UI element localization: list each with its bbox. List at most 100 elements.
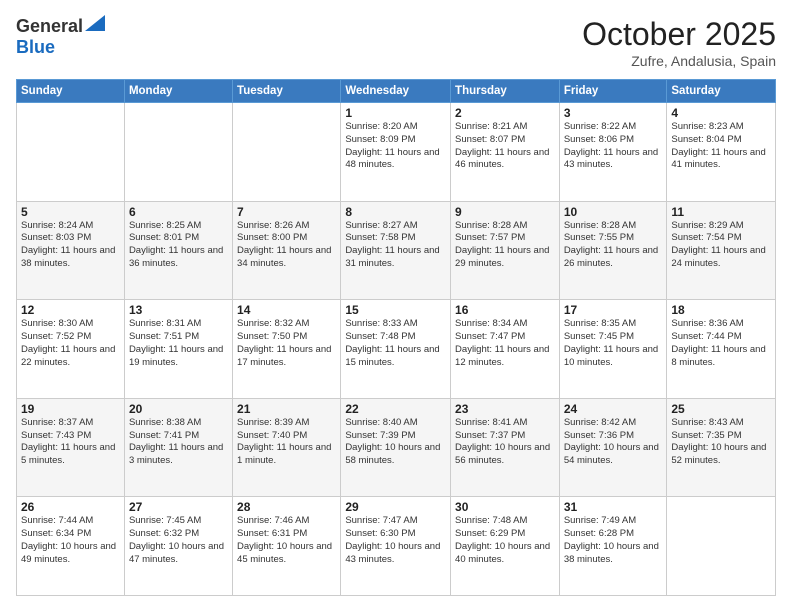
weekday-header-wednesday: Wednesday: [341, 80, 451, 103]
day-number: 24: [564, 402, 663, 416]
weekday-header-saturday: Saturday: [667, 80, 776, 103]
calendar-cell: 20Sunrise: 8:38 AM Sunset: 7:41 PM Dayli…: [124, 398, 232, 497]
day-number: 3: [564, 106, 663, 120]
day-info: Sunrise: 8:39 AM Sunset: 7:40 PM Dayligh…: [237, 417, 336, 468]
day-number: 25: [671, 402, 771, 416]
calendar-cell: 4Sunrise: 8:23 AM Sunset: 8:04 PM Daylig…: [667, 103, 776, 202]
calendar-cell: 14Sunrise: 8:32 AM Sunset: 7:50 PM Dayli…: [233, 300, 341, 399]
day-number: 2: [455, 106, 555, 120]
calendar-cell: 19Sunrise: 8:37 AM Sunset: 7:43 PM Dayli…: [17, 398, 125, 497]
day-number: 28: [237, 500, 336, 514]
calendar-cell: 26Sunrise: 7:44 AM Sunset: 6:34 PM Dayli…: [17, 497, 125, 596]
day-number: 16: [455, 303, 555, 317]
calendar-cell: 18Sunrise: 8:36 AM Sunset: 7:44 PM Dayli…: [667, 300, 776, 399]
day-number: 19: [21, 402, 120, 416]
day-number: 18: [671, 303, 771, 317]
day-info: Sunrise: 8:37 AM Sunset: 7:43 PM Dayligh…: [21, 417, 120, 468]
day-number: 30: [455, 500, 555, 514]
calendar-cell: 13Sunrise: 8:31 AM Sunset: 7:51 PM Dayli…: [124, 300, 232, 399]
calendar-cell: [17, 103, 125, 202]
location: Zufre, Andalusia, Spain: [582, 53, 776, 69]
day-info: Sunrise: 8:41 AM Sunset: 7:37 PM Dayligh…: [455, 417, 555, 468]
weekday-header-thursday: Thursday: [451, 80, 560, 103]
day-info: Sunrise: 8:29 AM Sunset: 7:54 PM Dayligh…: [671, 220, 771, 271]
day-number: 7: [237, 205, 336, 219]
calendar-cell: [667, 497, 776, 596]
day-info: Sunrise: 8:36 AM Sunset: 7:44 PM Dayligh…: [671, 318, 771, 369]
logo-blue-text: Blue: [16, 37, 55, 57]
day-info: Sunrise: 8:34 AM Sunset: 7:47 PM Dayligh…: [455, 318, 555, 369]
calendar-cell: 22Sunrise: 8:40 AM Sunset: 7:39 PM Dayli…: [341, 398, 451, 497]
calendar-cell: 6Sunrise: 8:25 AM Sunset: 8:01 PM Daylig…: [124, 201, 232, 300]
day-info: Sunrise: 8:38 AM Sunset: 7:41 PM Dayligh…: [129, 417, 228, 468]
day-info: Sunrise: 8:24 AM Sunset: 8:03 PM Dayligh…: [21, 220, 120, 271]
day-info: Sunrise: 8:21 AM Sunset: 8:07 PM Dayligh…: [455, 121, 555, 172]
day-info: Sunrise: 8:22 AM Sunset: 8:06 PM Dayligh…: [564, 121, 663, 172]
day-info: Sunrise: 8:25 AM Sunset: 8:01 PM Dayligh…: [129, 220, 228, 271]
calendar-cell: [124, 103, 232, 202]
calendar-cell: 30Sunrise: 7:48 AM Sunset: 6:29 PM Dayli…: [451, 497, 560, 596]
calendar-cell: 9Sunrise: 8:28 AM Sunset: 7:57 PM Daylig…: [451, 201, 560, 300]
day-info: Sunrise: 8:28 AM Sunset: 7:57 PM Dayligh…: [455, 220, 555, 271]
day-info: Sunrise: 8:26 AM Sunset: 8:00 PM Dayligh…: [237, 220, 336, 271]
title-block: October 2025 Zufre, Andalusia, Spain: [582, 16, 776, 69]
day-info: Sunrise: 7:48 AM Sunset: 6:29 PM Dayligh…: [455, 515, 555, 566]
day-info: Sunrise: 7:45 AM Sunset: 6:32 PM Dayligh…: [129, 515, 228, 566]
calendar-cell: [233, 103, 341, 202]
calendar-cell: 31Sunrise: 7:49 AM Sunset: 6:28 PM Dayli…: [559, 497, 667, 596]
day-number: 10: [564, 205, 663, 219]
calendar-week-4: 19Sunrise: 8:37 AM Sunset: 7:43 PM Dayli…: [17, 398, 776, 497]
day-number: 13: [129, 303, 228, 317]
day-number: 8: [345, 205, 446, 219]
day-number: 6: [129, 205, 228, 219]
day-number: 22: [345, 402, 446, 416]
calendar-cell: 27Sunrise: 7:45 AM Sunset: 6:32 PM Dayli…: [124, 497, 232, 596]
header: General Blue October 2025 Zufre, Andalus…: [16, 16, 776, 69]
day-info: Sunrise: 8:33 AM Sunset: 7:48 PM Dayligh…: [345, 318, 446, 369]
calendar-cell: 24Sunrise: 8:42 AM Sunset: 7:36 PM Dayli…: [559, 398, 667, 497]
day-number: 12: [21, 303, 120, 317]
calendar-cell: 16Sunrise: 8:34 AM Sunset: 7:47 PM Dayli…: [451, 300, 560, 399]
calendar-cell: 2Sunrise: 8:21 AM Sunset: 8:07 PM Daylig…: [451, 103, 560, 202]
day-number: 17: [564, 303, 663, 317]
day-number: 23: [455, 402, 555, 416]
logo-general-text: General: [16, 16, 83, 37]
calendar-week-5: 26Sunrise: 7:44 AM Sunset: 6:34 PM Dayli…: [17, 497, 776, 596]
weekday-header-friday: Friday: [559, 80, 667, 103]
day-number: 31: [564, 500, 663, 514]
weekday-header-monday: Monday: [124, 80, 232, 103]
calendar-week-2: 5Sunrise: 8:24 AM Sunset: 8:03 PM Daylig…: [17, 201, 776, 300]
day-number: 1: [345, 106, 446, 120]
day-info: Sunrise: 8:43 AM Sunset: 7:35 PM Dayligh…: [671, 417, 771, 468]
day-number: 27: [129, 500, 228, 514]
month-title: October 2025: [582, 16, 776, 53]
calendar-table: SundayMondayTuesdayWednesdayThursdayFrid…: [16, 79, 776, 596]
day-info: Sunrise: 8:23 AM Sunset: 8:04 PM Dayligh…: [671, 121, 771, 172]
calendar-cell: 3Sunrise: 8:22 AM Sunset: 8:06 PM Daylig…: [559, 103, 667, 202]
weekday-header-row: SundayMondayTuesdayWednesdayThursdayFrid…: [17, 80, 776, 103]
day-number: 5: [21, 205, 120, 219]
day-info: Sunrise: 7:49 AM Sunset: 6:28 PM Dayligh…: [564, 515, 663, 566]
calendar-cell: 23Sunrise: 8:41 AM Sunset: 7:37 PM Dayli…: [451, 398, 560, 497]
calendar-cell: 29Sunrise: 7:47 AM Sunset: 6:30 PM Dayli…: [341, 497, 451, 596]
calendar-cell: 1Sunrise: 8:20 AM Sunset: 8:09 PM Daylig…: [341, 103, 451, 202]
day-info: Sunrise: 8:30 AM Sunset: 7:52 PM Dayligh…: [21, 318, 120, 369]
logo: General Blue: [16, 16, 105, 58]
day-info: Sunrise: 7:44 AM Sunset: 6:34 PM Dayligh…: [21, 515, 120, 566]
day-info: Sunrise: 8:27 AM Sunset: 7:58 PM Dayligh…: [345, 220, 446, 271]
day-number: 20: [129, 402, 228, 416]
calendar-cell: 28Sunrise: 7:46 AM Sunset: 6:31 PM Dayli…: [233, 497, 341, 596]
day-info: Sunrise: 8:31 AM Sunset: 7:51 PM Dayligh…: [129, 318, 228, 369]
calendar-cell: 11Sunrise: 8:29 AM Sunset: 7:54 PM Dayli…: [667, 201, 776, 300]
day-info: Sunrise: 7:47 AM Sunset: 6:30 PM Dayligh…: [345, 515, 446, 566]
day-number: 26: [21, 500, 120, 514]
day-info: Sunrise: 7:46 AM Sunset: 6:31 PM Dayligh…: [237, 515, 336, 566]
calendar-cell: 7Sunrise: 8:26 AM Sunset: 8:00 PM Daylig…: [233, 201, 341, 300]
day-number: 11: [671, 205, 771, 219]
day-number: 9: [455, 205, 555, 219]
calendar-cell: 17Sunrise: 8:35 AM Sunset: 7:45 PM Dayli…: [559, 300, 667, 399]
calendar-cell: 15Sunrise: 8:33 AM Sunset: 7:48 PM Dayli…: [341, 300, 451, 399]
day-info: Sunrise: 8:28 AM Sunset: 7:55 PM Dayligh…: [564, 220, 663, 271]
calendar-cell: 10Sunrise: 8:28 AM Sunset: 7:55 PM Dayli…: [559, 201, 667, 300]
calendar-week-1: 1Sunrise: 8:20 AM Sunset: 8:09 PM Daylig…: [17, 103, 776, 202]
